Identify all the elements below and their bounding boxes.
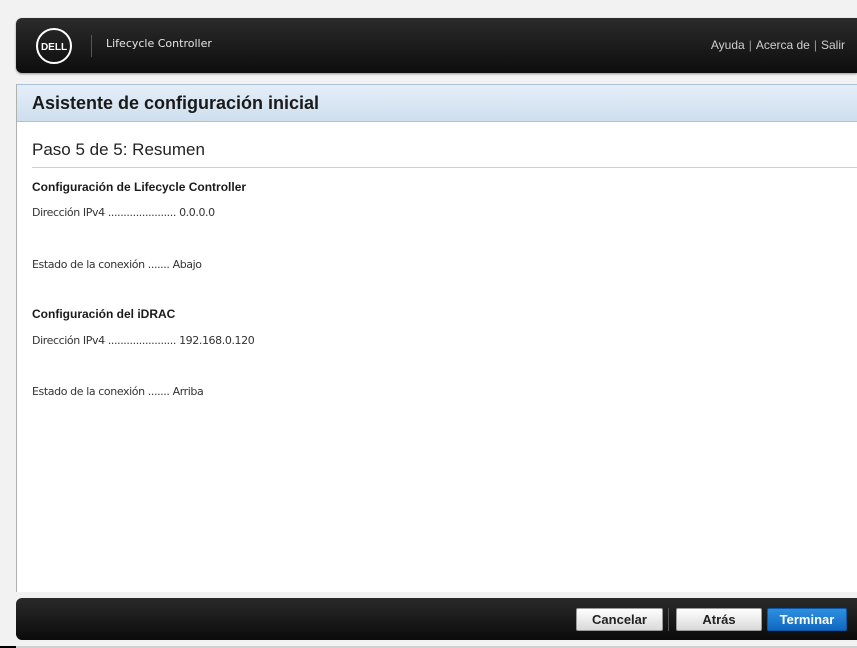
footer-bar: Cancelar Atrás Terminar bbox=[16, 598, 857, 640]
link-separator: | bbox=[813, 38, 817, 52]
field-dots: ....... bbox=[147, 385, 170, 398]
cancel-button[interactable]: Cancelar bbox=[576, 608, 663, 631]
idrac-ipv4-field: Dirección IPv4 ...................... 19… bbox=[32, 334, 255, 347]
lc-connection-field: Estado de la conexión ....... Abajo bbox=[32, 258, 202, 271]
field-value: Arriba bbox=[172, 385, 204, 398]
top-header: DELL Lifecycle Controller Ayuda | Acerca d… bbox=[16, 18, 857, 73]
app-title: Lifecycle Controller bbox=[106, 37, 212, 50]
about-link[interactable]: Acerca de bbox=[756, 38, 810, 52]
field-dots: ...................... bbox=[107, 334, 177, 347]
section-title-idrac: Configuración del iDRAC bbox=[32, 307, 176, 321]
dell-logo-icon: DELL bbox=[36, 28, 72, 64]
field-value: 0.0.0.0 bbox=[179, 206, 215, 219]
help-link[interactable]: Ayuda bbox=[711, 38, 745, 52]
field-value: Abajo bbox=[172, 258, 202, 271]
field-label: Dirección IPv4 bbox=[32, 206, 105, 219]
header-divider bbox=[91, 35, 92, 57]
field-label: Dirección IPv4 bbox=[32, 334, 105, 347]
section-title-lifecycle: Configuración de Lifecycle Controller bbox=[32, 180, 247, 194]
field-dots: ...................... bbox=[107, 206, 177, 219]
button-separator bbox=[668, 608, 669, 631]
field-value: 192.168.0.120 bbox=[179, 334, 255, 347]
finish-button[interactable]: Terminar bbox=[767, 608, 847, 631]
exit-link[interactable]: Salir bbox=[821, 38, 845, 52]
field-dots: ....... bbox=[147, 258, 170, 271]
field-label: Estado de la conexión bbox=[32, 258, 145, 271]
link-separator: | bbox=[748, 38, 752, 52]
wizard-title: Asistente de configuración inicial bbox=[32, 93, 320, 113]
header-links: Ayuda | Acerca de | Salir bbox=[711, 38, 845, 52]
back-button[interactable]: Atrás bbox=[676, 608, 762, 631]
wizard-header: Asistente de configuración inicial bbox=[17, 84, 857, 122]
divider bbox=[32, 167, 857, 168]
logo-text: DELL bbox=[41, 42, 67, 53]
step-title: Paso 5 de 5: Resumen bbox=[32, 140, 205, 159]
field-label: Estado de la conexión bbox=[32, 385, 145, 398]
idrac-connection-field: Estado de la conexión ....... Arriba bbox=[32, 385, 204, 398]
lc-ipv4-field: Dirección IPv4 ...................... 0.… bbox=[32, 206, 215, 219]
main-panel: Asistente de configuración inicial Paso … bbox=[16, 84, 857, 592]
app-window: DELL Lifecycle Controller Ayuda | Acerca d… bbox=[0, 0, 857, 648]
